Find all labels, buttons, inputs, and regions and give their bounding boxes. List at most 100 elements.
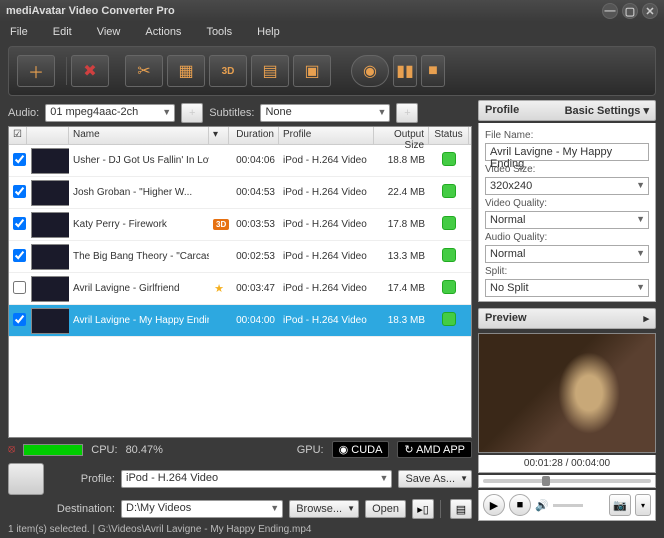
cell-size: 18.3 MB xyxy=(374,315,429,326)
cell-duration: 00:03:53 xyxy=(229,219,279,230)
col-name[interactable]: Name xyxy=(69,127,209,144)
volume-slider[interactable] xyxy=(553,504,583,507)
audio-label: Audio: xyxy=(8,107,39,119)
cpu-meter xyxy=(23,444,83,456)
cpu-label: CPU: xyxy=(91,444,117,456)
filename-input[interactable]: Avril Lavigne - My Happy Ending xyxy=(485,143,649,161)
thumbnail xyxy=(31,212,69,238)
cell-duration: 00:04:00 xyxy=(229,315,279,326)
amd-badge[interactable]: ↻ AMD APP xyxy=(397,441,472,458)
status-ready-icon xyxy=(442,312,456,326)
open-button[interactable]: Open xyxy=(365,500,406,518)
volume-icon[interactable]: 🔊 xyxy=(535,499,549,512)
cell-profile: iPod - H.264 Video xyxy=(279,219,374,230)
stop-preview-button[interactable]: ■ xyxy=(509,494,531,516)
cell-duration: 00:04:06 xyxy=(229,155,279,166)
col-check[interactable]: ☑ xyxy=(9,127,27,144)
export-button[interactable]: ▸▯ xyxy=(412,499,434,519)
3d-button[interactable]: 3D xyxy=(209,55,247,87)
play-button[interactable]: ▶ xyxy=(483,494,505,516)
cell-size: 18.8 MB xyxy=(374,155,429,166)
thumbnail xyxy=(31,180,69,206)
report-button[interactable]: ▤ xyxy=(450,499,472,519)
table-row[interactable]: The Big Bang Theory - "Carcas... 00:02:53… xyxy=(9,241,471,273)
row-checkbox[interactable] xyxy=(13,249,26,262)
col-duration[interactable]: Duration xyxy=(229,127,279,144)
row-checkbox[interactable] xyxy=(13,281,26,294)
menu-edit[interactable]: Edit xyxy=(53,26,72,38)
close-button[interactable]: ✕ xyxy=(642,3,658,19)
cut-button[interactable]: ✂ xyxy=(125,55,163,87)
cell-badge: ★ xyxy=(209,282,229,295)
audio-select[interactable]: 01 mpeg4aac-2ch xyxy=(45,104,175,122)
profile-label: Profile: xyxy=(50,473,115,485)
profile-panel-title: Profile xyxy=(485,104,519,117)
seek-slider[interactable] xyxy=(483,479,651,483)
minimize-button[interactable]: — xyxy=(602,3,618,19)
videoquality-select[interactable]: Normal xyxy=(485,211,649,229)
status-ready-icon xyxy=(442,184,456,198)
cell-size: 13.3 MB xyxy=(374,251,429,262)
cell-profile: iPod - H.264 Video xyxy=(279,283,374,294)
cpu-value: 80.47% xyxy=(126,444,163,456)
maximize-button[interactable]: ▢ xyxy=(622,3,638,19)
menu-view[interactable]: View xyxy=(97,26,121,38)
videosize-select[interactable]: 320x240 xyxy=(485,177,649,195)
table-row[interactable]: Katy Perry - Firework3D00:03:53iPod - H.… xyxy=(9,209,471,241)
table-row[interactable]: Avril Lavigne - My Happy Ending00:04:00i… xyxy=(9,305,471,337)
audio-add-button[interactable]: + xyxy=(181,103,203,123)
menu-actions[interactable]: Actions xyxy=(145,26,181,38)
status-ready-icon xyxy=(442,152,456,166)
row-checkbox[interactable] xyxy=(13,217,26,230)
audioquality-label: Audio Quality: xyxy=(485,232,649,243)
col-profile[interactable]: Profile xyxy=(279,127,374,144)
crop-button[interactable]: ▣ xyxy=(293,55,331,87)
menu-help[interactable]: Help xyxy=(257,26,280,38)
table-row[interactable]: Usher - DJ Got Us Fallin' In Lov... 00:04… xyxy=(9,145,471,177)
cuda-badge[interactable]: ◉ CUDA xyxy=(332,441,390,458)
menu-tools[interactable]: Tools xyxy=(206,26,232,38)
menu-file[interactable]: File xyxy=(10,26,28,38)
cell-name: Josh Groban - "Higher W... xyxy=(69,187,209,198)
snapshot-button[interactable]: 📷 xyxy=(609,494,631,516)
effects-button[interactable]: ▦ xyxy=(167,55,205,87)
row-checkbox[interactable] xyxy=(13,185,26,198)
cell-duration: 00:02:53 xyxy=(229,251,279,262)
table-row[interactable]: Avril Lavigne - Girlfriend★00:03:47iPod … xyxy=(9,273,471,305)
pause-button[interactable]: ▮▮ xyxy=(393,55,417,87)
device-icon xyxy=(8,463,44,495)
browse-button[interactable]: Browse... xyxy=(289,500,359,518)
col-size[interactable]: Output Size xyxy=(374,127,429,144)
subtitles-label: Subtitles: xyxy=(209,107,254,119)
cell-size: 17.8 MB xyxy=(374,219,429,230)
delete-button[interactable]: ✖ xyxy=(71,55,109,87)
snapshot-menu-button[interactable]: ▾ xyxy=(635,494,651,516)
saveas-button[interactable]: Save As... xyxy=(398,470,472,488)
add-file-button[interactable]: ＋ xyxy=(17,55,55,87)
cell-name: The Big Bang Theory - "Carcas... xyxy=(69,251,209,262)
basic-settings-toggle[interactable]: Basic Settings ▾ xyxy=(565,104,649,117)
subtitles-add-button[interactable]: + xyxy=(396,103,418,123)
cell-duration: 00:04:53 xyxy=(229,187,279,198)
filmstrip-button[interactable]: ▤ xyxy=(251,55,289,87)
preview-expand-icon[interactable]: ▸ xyxy=(643,312,649,325)
cell-profile: iPod - H.264 Video xyxy=(279,187,374,198)
cell-name: Usher - DJ Got Us Fallin' In Lov... xyxy=(69,155,209,166)
thumbnail xyxy=(31,148,69,174)
row-checkbox[interactable] xyxy=(13,313,26,326)
subtitles-select[interactable]: None xyxy=(260,104,390,122)
stop-button[interactable]: ■ xyxy=(421,55,445,87)
cell-profile: iPod - H.264 Video xyxy=(279,155,374,166)
split-select[interactable]: No Split xyxy=(485,279,649,297)
cell-size: 17.4 MB xyxy=(374,283,429,294)
row-checkbox[interactable] xyxy=(13,153,26,166)
status-ready-icon xyxy=(442,248,456,262)
destination-select[interactable]: D:\My Videos xyxy=(121,500,283,518)
table-row[interactable]: Josh Groban - "Higher W... 00:04:53iPod -… xyxy=(9,177,471,209)
gpu-label: GPU: xyxy=(297,444,324,456)
profile-select[interactable]: iPod - H.264 Video xyxy=(121,470,392,488)
audioquality-select[interactable]: Normal xyxy=(485,245,649,263)
status-ready-icon xyxy=(442,216,456,230)
col-status[interactable]: Status xyxy=(429,127,469,144)
convert-button[interactable]: ◉ xyxy=(351,55,389,87)
